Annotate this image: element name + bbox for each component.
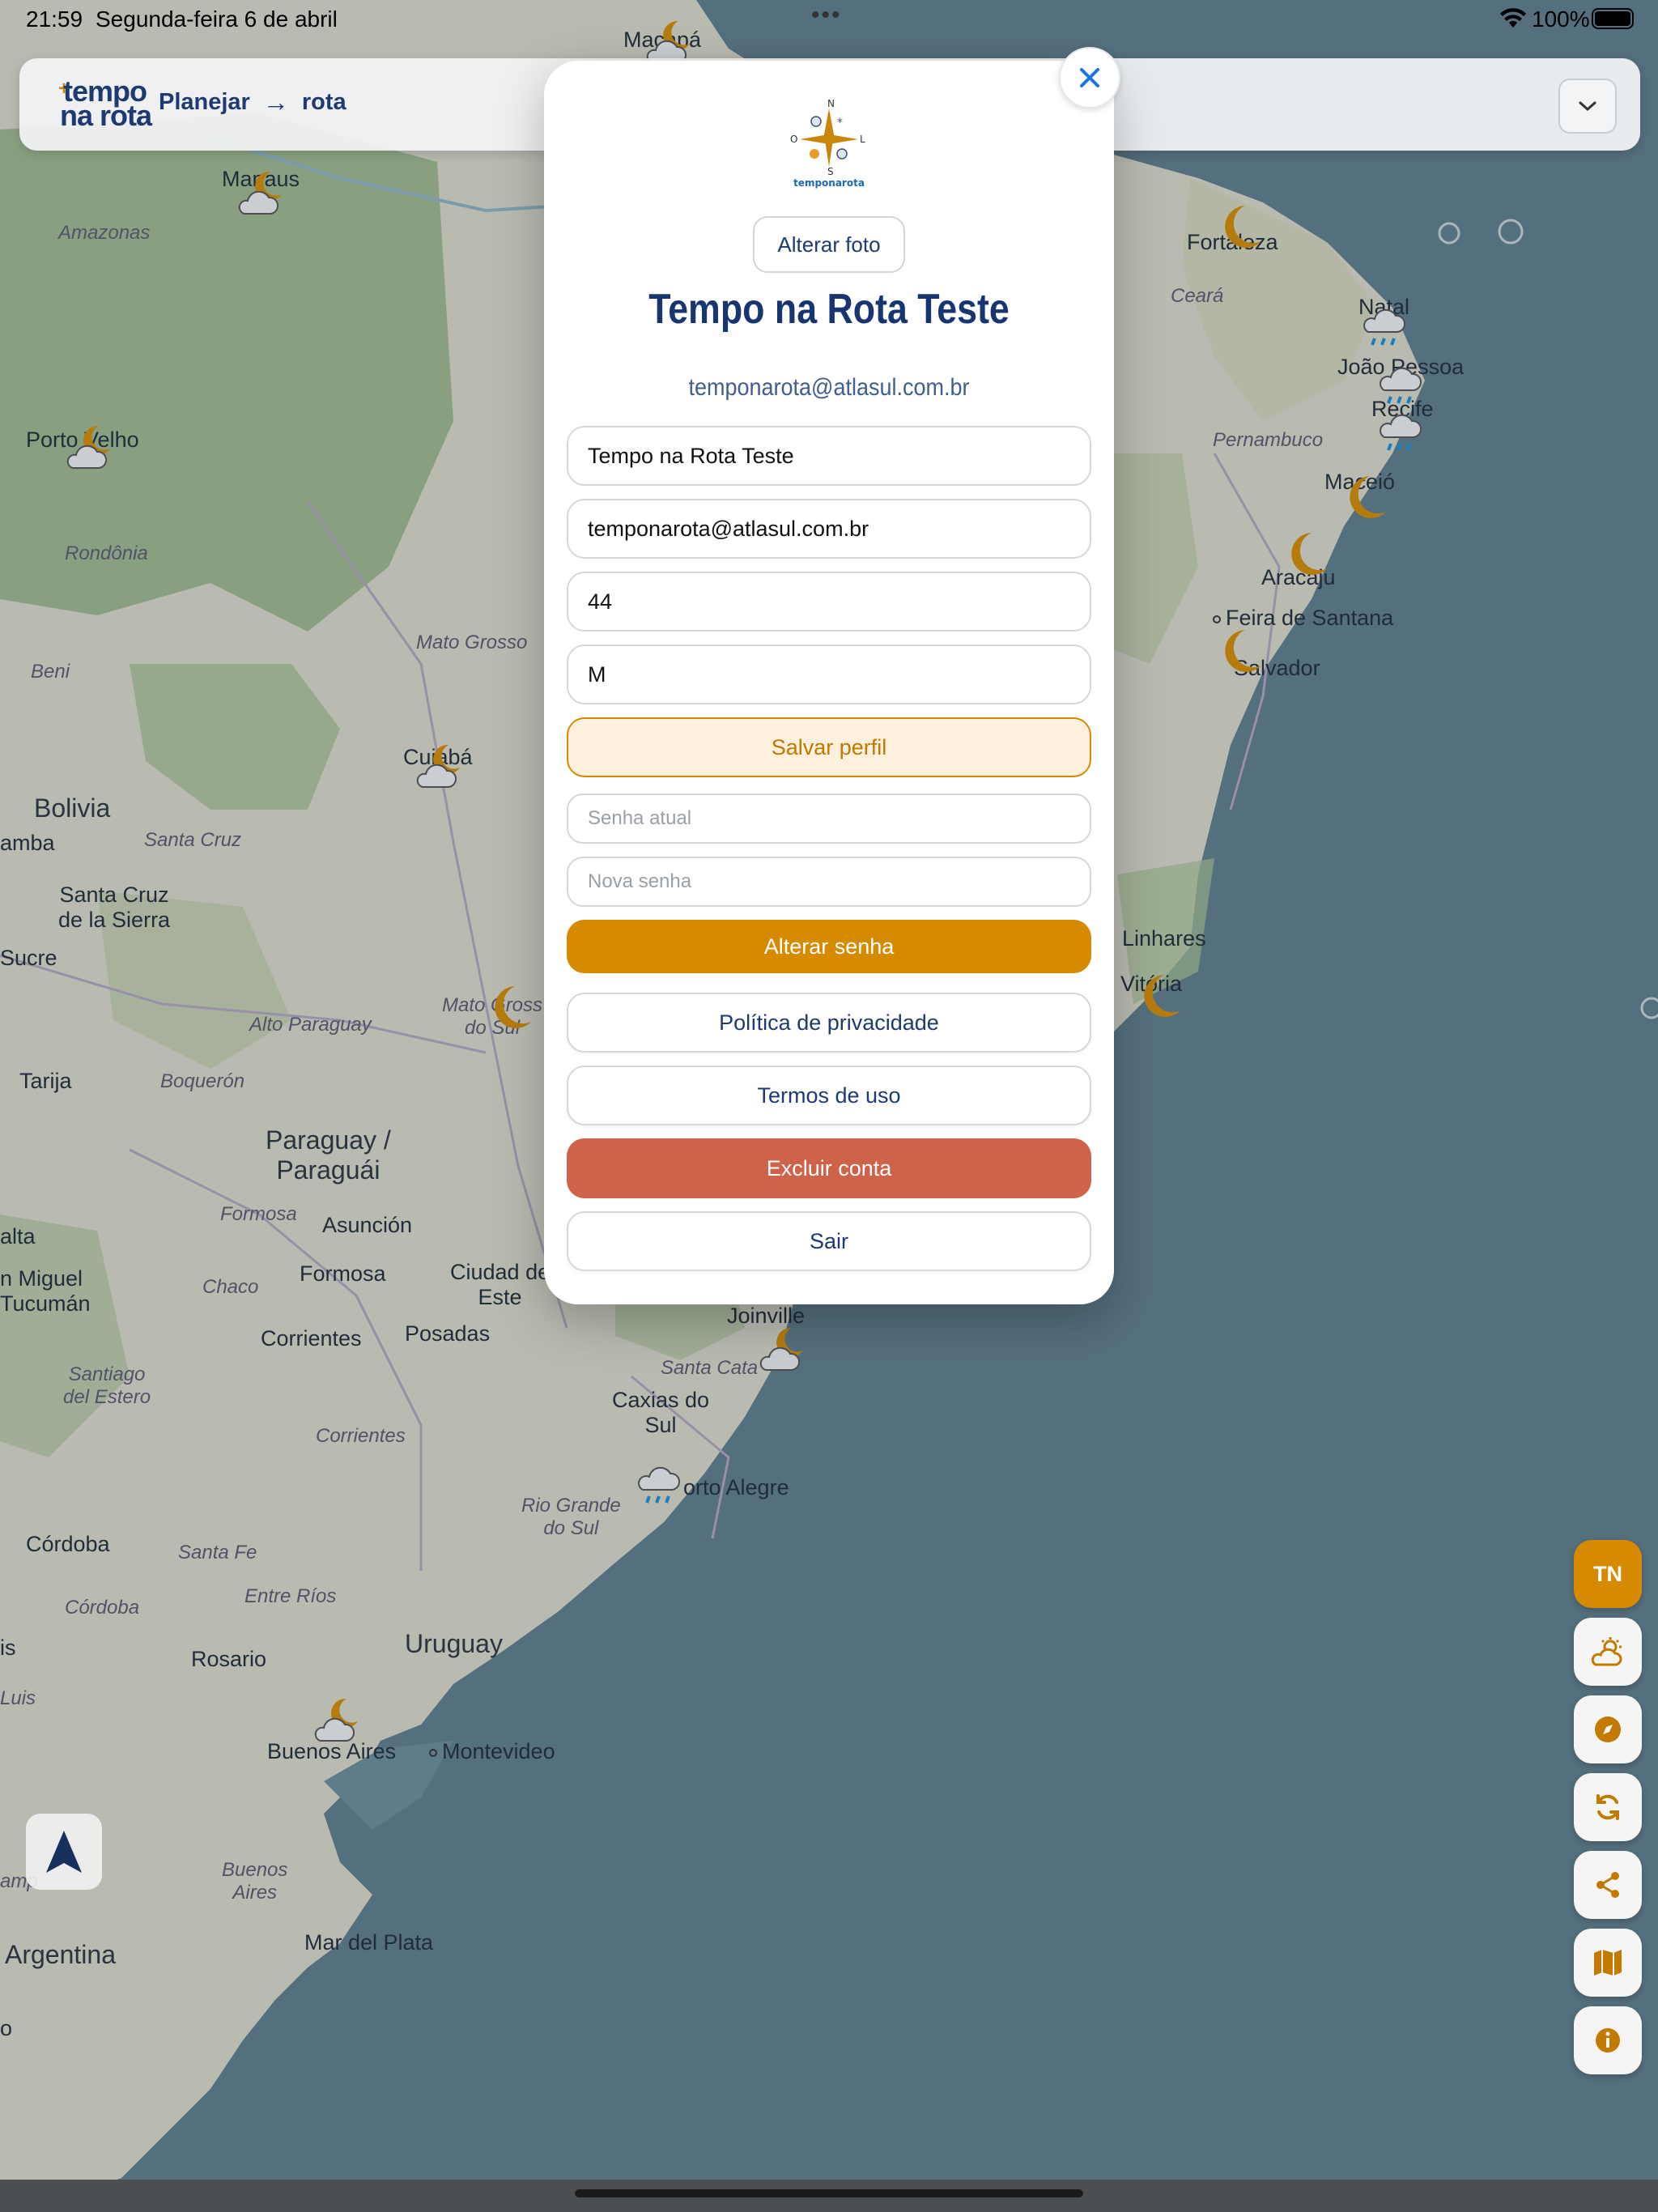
- brand-label: temponarota: [793, 177, 865, 189]
- arrow-right-icon: →: [262, 87, 289, 117]
- battery-percent: 100%: [1532, 6, 1590, 32]
- privacy-policy-button[interactable]: Política de privacidade: [567, 993, 1091, 1053]
- compass-n: N: [827, 98, 835, 109]
- info-button[interactable]: [1574, 2006, 1642, 2074]
- name-field[interactable]: Tempo na Rota Teste: [567, 426, 1091, 486]
- user-avatar-button[interactable]: TN: [1574, 1540, 1642, 1608]
- battery-icon: [1592, 8, 1634, 29]
- change-photo-button[interactable]: Alterar foto: [753, 216, 905, 273]
- compass-icon: [1595, 1716, 1621, 1742]
- new-password-input[interactable]: Nova senha: [567, 857, 1091, 907]
- save-profile-button[interactable]: Salvar perfil: [567, 717, 1091, 777]
- multitasking-dots-icon[interactable]: •••: [811, 2, 842, 29]
- logo-line2: na rota: [60, 99, 152, 132]
- logout-button[interactable]: Sair: [567, 1211, 1091, 1271]
- profile-email-text: temponarota@atlasul.com.br: [688, 374, 970, 401]
- email-field[interactable]: temponarota@atlasul.com.br: [567, 499, 1091, 559]
- weather-button[interactable]: [1574, 1618, 1642, 1686]
- recenter-location-button[interactable]: [26, 1814, 102, 1890]
- chevron-down-icon: [1579, 101, 1596, 112]
- change-password-button[interactable]: Alterar senha: [567, 920, 1091, 973]
- info-icon: [1596, 2028, 1620, 2052]
- app-logo[interactable]: + tempo na rota: [40, 74, 162, 132]
- terms-of-use-button[interactable]: Termos de uso: [567, 1066, 1091, 1125]
- close-modal-button[interactable]: [1059, 47, 1120, 108]
- compass-o: O: [790, 134, 797, 145]
- status-bar: 21:59 Segunda-feira 6 de abril ••• 100%: [0, 0, 1658, 39]
- wifi-icon: [1500, 8, 1526, 28]
- compass-s: S: [827, 166, 834, 177]
- navigation-arrow-icon: [46, 1831, 82, 1873]
- map-icon: [1594, 1950, 1622, 1976]
- age-field[interactable]: 44: [567, 572, 1091, 632]
- gender-field[interactable]: M: [567, 644, 1091, 704]
- compass-l: L: [860, 134, 865, 145]
- refresh-button[interactable]: [1574, 1773, 1642, 1841]
- profile-name-title: Tempo na Rota Teste: [648, 286, 1010, 333]
- share-icon: [1596, 1872, 1619, 1898]
- delete-account-button[interactable]: Excluir conta: [567, 1138, 1091, 1198]
- home-indicator[interactable]: [575, 2189, 1083, 2197]
- weather-icon: [1591, 1637, 1622, 1666]
- current-password-input[interactable]: Senha atual: [567, 793, 1091, 844]
- expand-header-button[interactable]: [1558, 79, 1617, 134]
- compass-button[interactable]: [1574, 1695, 1642, 1763]
- close-icon: [1080, 68, 1099, 87]
- share-button[interactable]: [1574, 1851, 1642, 1919]
- refresh-icon: [1596, 1794, 1619, 1820]
- breadcrumb-route[interactable]: rota: [302, 89, 346, 116]
- brand-compass-logo: N S L O * temponarota: [790, 98, 865, 189]
- map-layers-button[interactable]: [1574, 1929, 1642, 1997]
- breadcrumb: Planejar → rota: [159, 87, 346, 117]
- status-time: 21:59: [26, 6, 83, 32]
- status-date: Segunda-feira 6 de abril: [96, 6, 338, 32]
- breadcrumb-plan[interactable]: Planejar: [159, 89, 250, 116]
- svg-text:*: *: [837, 117, 843, 130]
